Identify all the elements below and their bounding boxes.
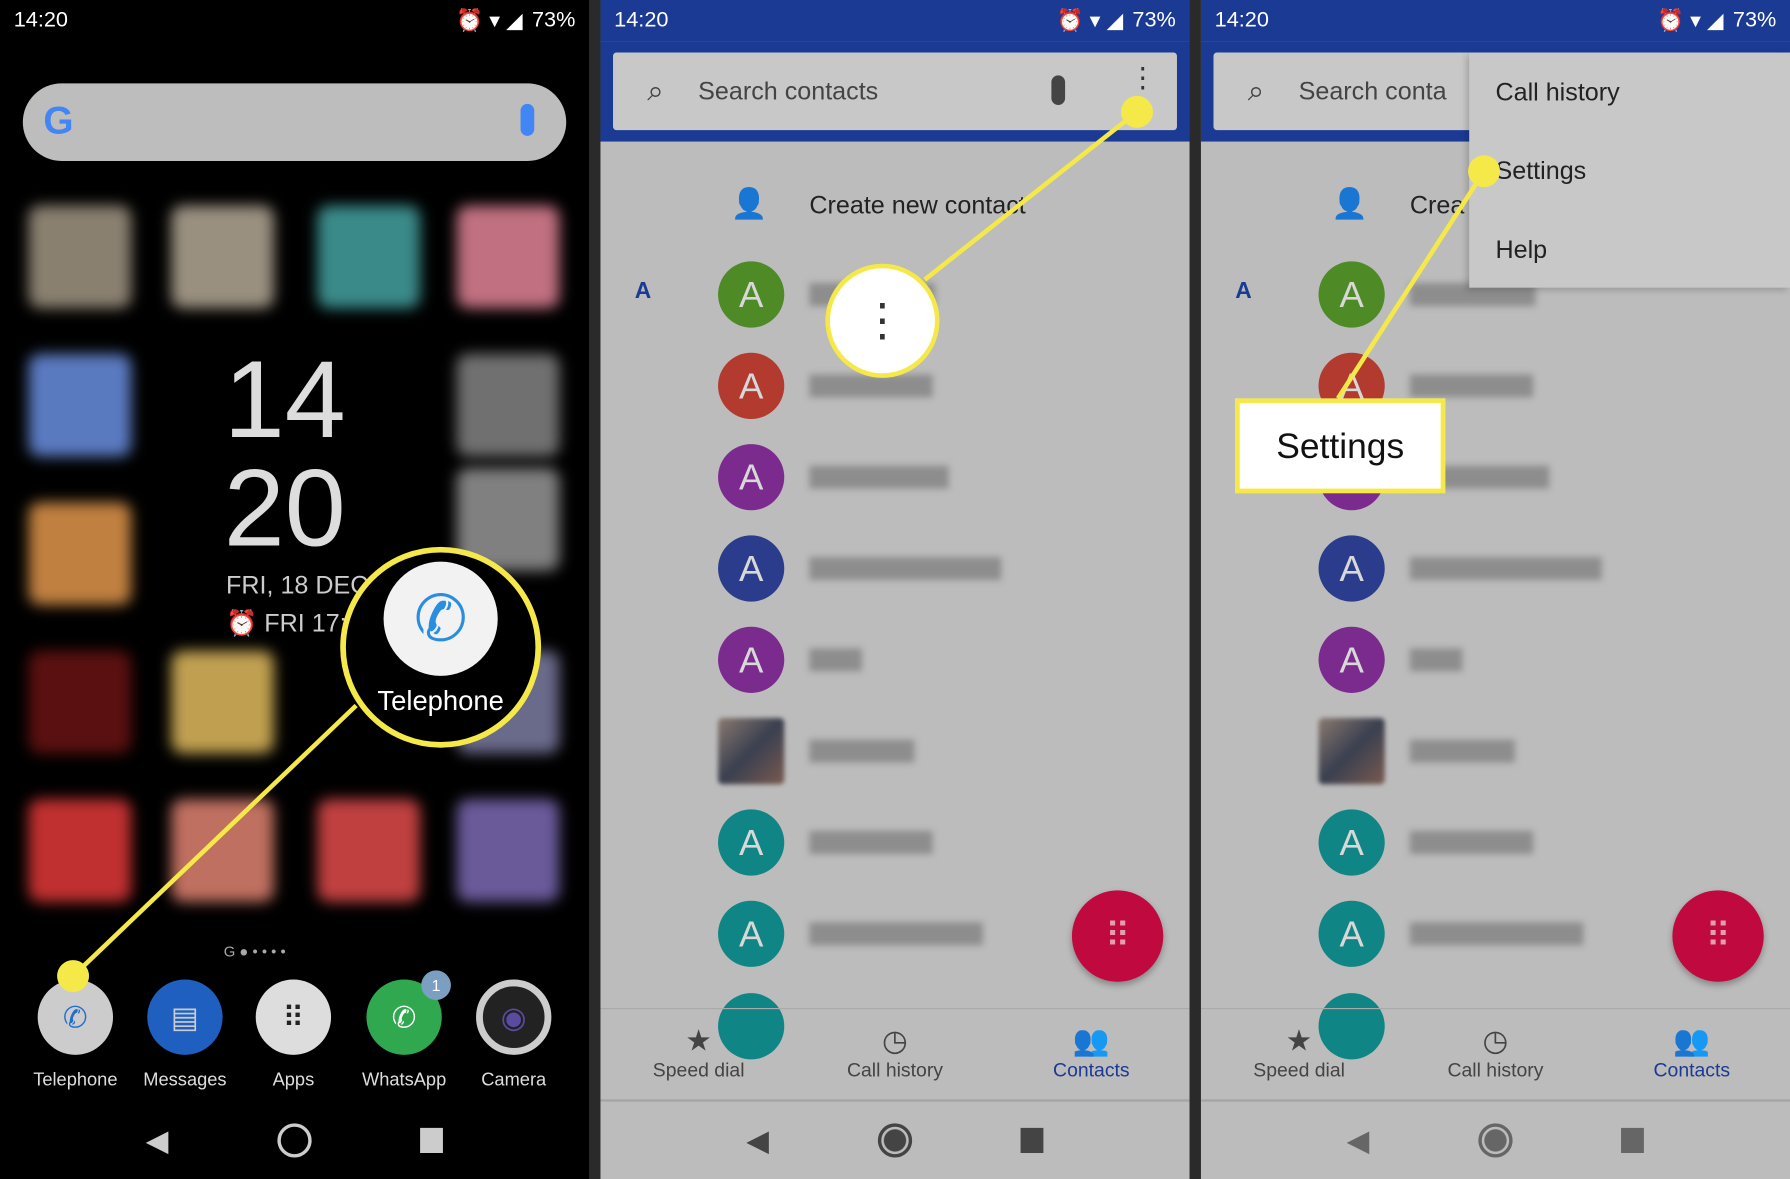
- pointer-line: [71, 703, 358, 978]
- pointer-dot: [1468, 155, 1501, 188]
- telephone-callout: ✆ Telephone: [340, 546, 542, 748]
- annotation-lines: [57, 95, 1501, 993]
- pointer-dot: [57, 960, 90, 993]
- pointer-line: [1336, 170, 1486, 400]
- callout-label: Telephone: [377, 686, 504, 717]
- pointer-line: [923, 110, 1139, 282]
- more-options-callout: ⋮: [825, 263, 940, 378]
- settings-callout: Settings: [1235, 398, 1446, 494]
- more-options-icon: ⋮: [859, 295, 906, 346]
- phone-icon: ✆: [383, 561, 498, 676]
- pointer-dot: [1121, 95, 1153, 128]
